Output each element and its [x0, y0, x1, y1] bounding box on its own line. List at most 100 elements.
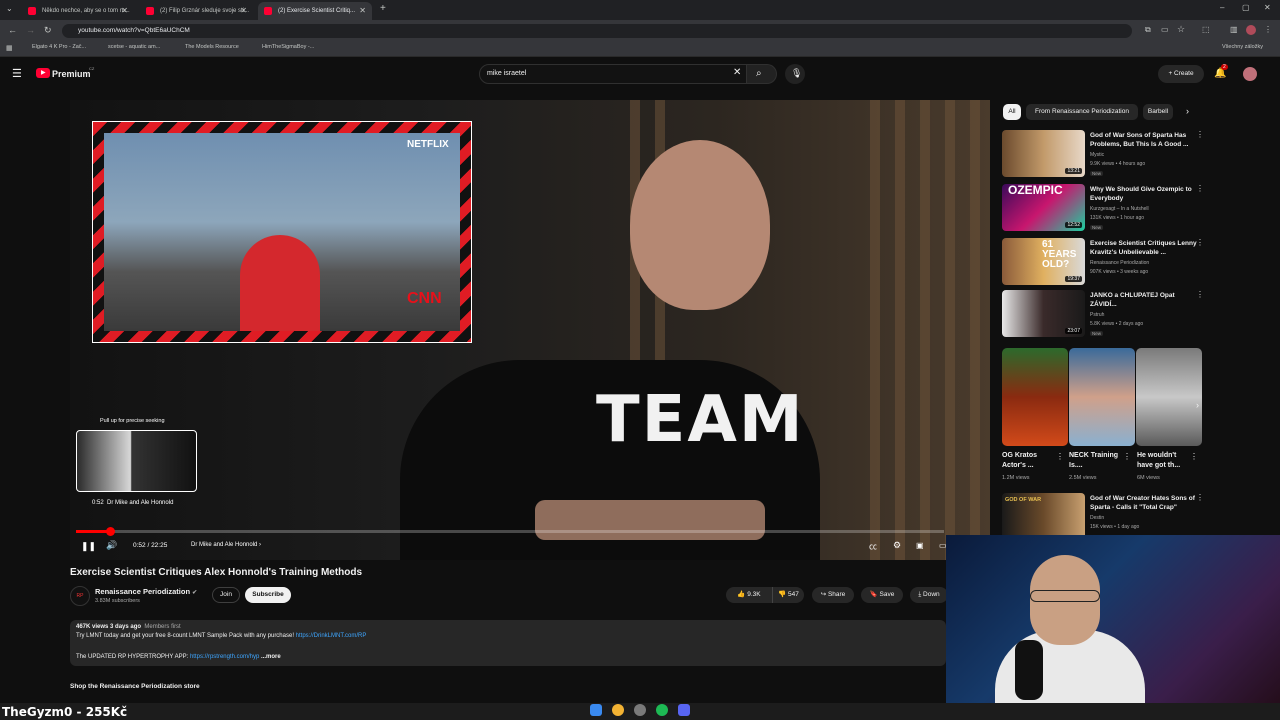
search-button[interactable]: ⌕ [747, 64, 777, 84]
translate-icon[interactable]: ⧉ [1145, 25, 1151, 35]
cnn-logo: CNN [407, 290, 442, 307]
short-title[interactable]: OG Kratos Actor's ... [1002, 451, 1054, 471]
minimize-icon[interactable]: – [1220, 3, 1224, 12]
embedded-clip-person [240, 235, 320, 331]
video-frame-person [630, 140, 770, 310]
channel-name[interactable]: Renaissance Periodization ✔ [95, 587, 197, 596]
spotify-icon[interactable] [656, 704, 668, 716]
more-options-icon[interactable]: ⋮ [1196, 184, 1204, 193]
chrome-icon[interactable] [612, 704, 624, 716]
channel-avatar[interactable]: RP [70, 586, 90, 606]
hamburger-menu-icon[interactable]: ☰ [12, 67, 22, 80]
bookmark-models-resource[interactable]: The Models Resource [185, 44, 239, 50]
notification-count-badge: 2 [1221, 64, 1228, 70]
join-button[interactable]: Join [212, 587, 240, 603]
start-menu-icon[interactable] [590, 704, 602, 716]
duration-badge: 13:21 [1065, 168, 1082, 174]
share-button[interactable]: ↪ Share [812, 587, 854, 603]
more-options-icon[interactable]: ⋮ [1196, 238, 1204, 247]
apps-icon[interactable]: ▦ [6, 44, 13, 52]
recommendation-item[interactable]: OZEMPIC 12:52 Why We Should Give Ozempic… [1002, 184, 1204, 234]
new-tab-icon[interactable]: + [380, 3, 386, 14]
url-text: youtube.com/watch?v=QbtE6aUChCM [78, 27, 190, 34]
recommendation-item[interactable]: 23:07 JANKO a CHLUPATEJ Opat ZÁVIDÍ... P… [1002, 290, 1204, 340]
like-button[interactable]: 👍 9.3K [726, 587, 772, 603]
browser-tab-1[interactable]: Někdo nechce, aby se o tom m... ✕ [22, 2, 134, 20]
short-more-icon[interactable]: ⋮ [1190, 452, 1198, 461]
discord-icon[interactable] [678, 704, 690, 716]
recommendation-item[interactable]: 13:21 God of War Sons of Sparta Has Prob… [1002, 130, 1204, 180]
tab-label: (2) Filip Grznár sleduje svoje sti... [160, 8, 250, 14]
clear-search-icon[interactable]: ✕ [733, 67, 741, 78]
rec-meta: 15K views • 1 day ago [1090, 524, 1140, 530]
sidebar-icon[interactable]: ▥ [1230, 25, 1238, 34]
create-button[interactable]: + Create [1158, 65, 1204, 83]
preview-time-value: 0:52 [92, 500, 104, 506]
browser-tab-2[interactable]: (2) Filip Grznár sleduje svoje sti... ✕ [140, 2, 253, 20]
search-input[interactable]: mike israetel [479, 64, 747, 84]
chapter-label: Dr Mike and Ale Honnold [191, 542, 258, 548]
miniplayer-icon[interactable]: ▣ [916, 541, 924, 550]
seek-preview-hint: Pull up for precise seeking [100, 418, 165, 424]
more-options-icon[interactable]: ⋮ [1196, 130, 1204, 139]
close-window-icon[interactable]: ✕ [1264, 3, 1271, 12]
bookmark-himthesigmaboy[interactable]: HimTheSigmaBoy -... [262, 44, 314, 50]
download-button[interactable]: ⤓ Down [910, 587, 948, 603]
browser-tab-active[interactable]: (2) Exercise Scientist Critiq... ✕ [258, 2, 372, 20]
chip-all[interactable]: All [1003, 104, 1021, 120]
chapter-title[interactable]: Dr Mike and Ale Honnold › [191, 542, 261, 548]
chip-from-channel[interactable]: From Renaissance Periodization [1026, 104, 1138, 120]
volume-icon[interactable]: 🔊 [106, 540, 117, 551]
tab-search-icon[interactable]: ⌄ [6, 4, 13, 13]
voice-search-button[interactable]: 🎙 [785, 64, 805, 84]
lmnt-link[interactable]: https://DrinkLMNT.com/RP [296, 633, 367, 639]
close-tab-icon[interactable]: ✕ [240, 2, 247, 20]
short-thumbnail[interactable] [1069, 348, 1135, 446]
extensions-icon[interactable]: ⬚ [1202, 25, 1210, 34]
settings-gear-icon[interactable]: ⚙ [893, 540, 901, 551]
bookmark-star-icon[interactable]: ☆ [1177, 24, 1185, 35]
shorts-next-icon[interactable]: › [1196, 400, 1199, 410]
show-more-link[interactable]: ...more [261, 654, 281, 660]
obs-icon[interactable] [634, 704, 646, 716]
create-label: Create [1174, 70, 1194, 77]
stream-donation-overlay: TheGyzm0 - 255Kč [2, 705, 128, 719]
more-options-icon[interactable]: ⋮ [1196, 290, 1204, 299]
short-views: 6M views [1137, 475, 1160, 481]
bookmark-scetse[interactable]: scetse - aquatic am... [108, 44, 160, 50]
short-thumbnail[interactable] [1002, 348, 1068, 446]
pause-icon[interactable]: ❚❚ [81, 541, 96, 552]
address-bar[interactable]: youtube.com/watch?v=QbtE6aUChCM [62, 24, 1132, 38]
recommendation-item[interactable]: 61 YEARS OLD? 19:37 Exercise Scientist C… [1002, 238, 1204, 288]
dislike-button[interactable]: 👎 547 [772, 587, 804, 603]
short-thumbnail[interactable] [1136, 348, 1202, 446]
chip-barbell[interactable]: Barbell [1143, 104, 1173, 120]
short-more-icon[interactable]: ⋮ [1056, 452, 1064, 461]
profile-avatar[interactable] [1246, 25, 1256, 35]
close-tab-icon[interactable]: ✕ [359, 2, 366, 20]
subscribe-button[interactable]: Subscribe [245, 587, 291, 603]
close-tab-icon[interactable]: ✕ [121, 2, 128, 20]
cast-icon[interactable]: ▭ [1161, 25, 1169, 34]
youtube-logo-icon[interactable]: ▶ [36, 68, 50, 78]
reload-icon[interactable]: ↻ [44, 25, 52, 36]
short-more-icon[interactable]: ⋮ [1123, 452, 1131, 461]
all-bookmarks[interactable]: Všechny záložky [1222, 44, 1263, 50]
rp-app-link[interactable]: https://rpstrength.com/hyp [190, 654, 259, 660]
save-button[interactable]: 🔖 Save [861, 587, 903, 603]
seek-bar-scrubber[interactable] [105, 527, 115, 536]
short-title[interactable]: NECK Training Is.... [1069, 451, 1121, 471]
account-avatar[interactable] [1243, 67, 1257, 81]
back-icon[interactable]: ← [8, 25, 17, 35]
seek-bar[interactable] [76, 530, 944, 533]
subtitles-icon[interactable]: ㏄ [869, 541, 877, 552]
more-options-icon[interactable]: ⋮ [1196, 493, 1204, 502]
chip-next-icon[interactable]: › [1186, 106, 1189, 116]
short-title[interactable]: He wouldn't have got th... [1137, 451, 1189, 471]
bookmark-elgato[interactable]: Elgato 4 K Pro - Zač... [32, 44, 86, 50]
youtube-premium-logo[interactable]: Premium [52, 69, 91, 79]
maximize-icon[interactable]: ▢ [1242, 3, 1250, 12]
forward-icon[interactable]: → [26, 25, 35, 35]
menu-icon[interactable]: ⋮ [1264, 25, 1272, 34]
thumbs-up-icon: 👍 [737, 591, 746, 598]
